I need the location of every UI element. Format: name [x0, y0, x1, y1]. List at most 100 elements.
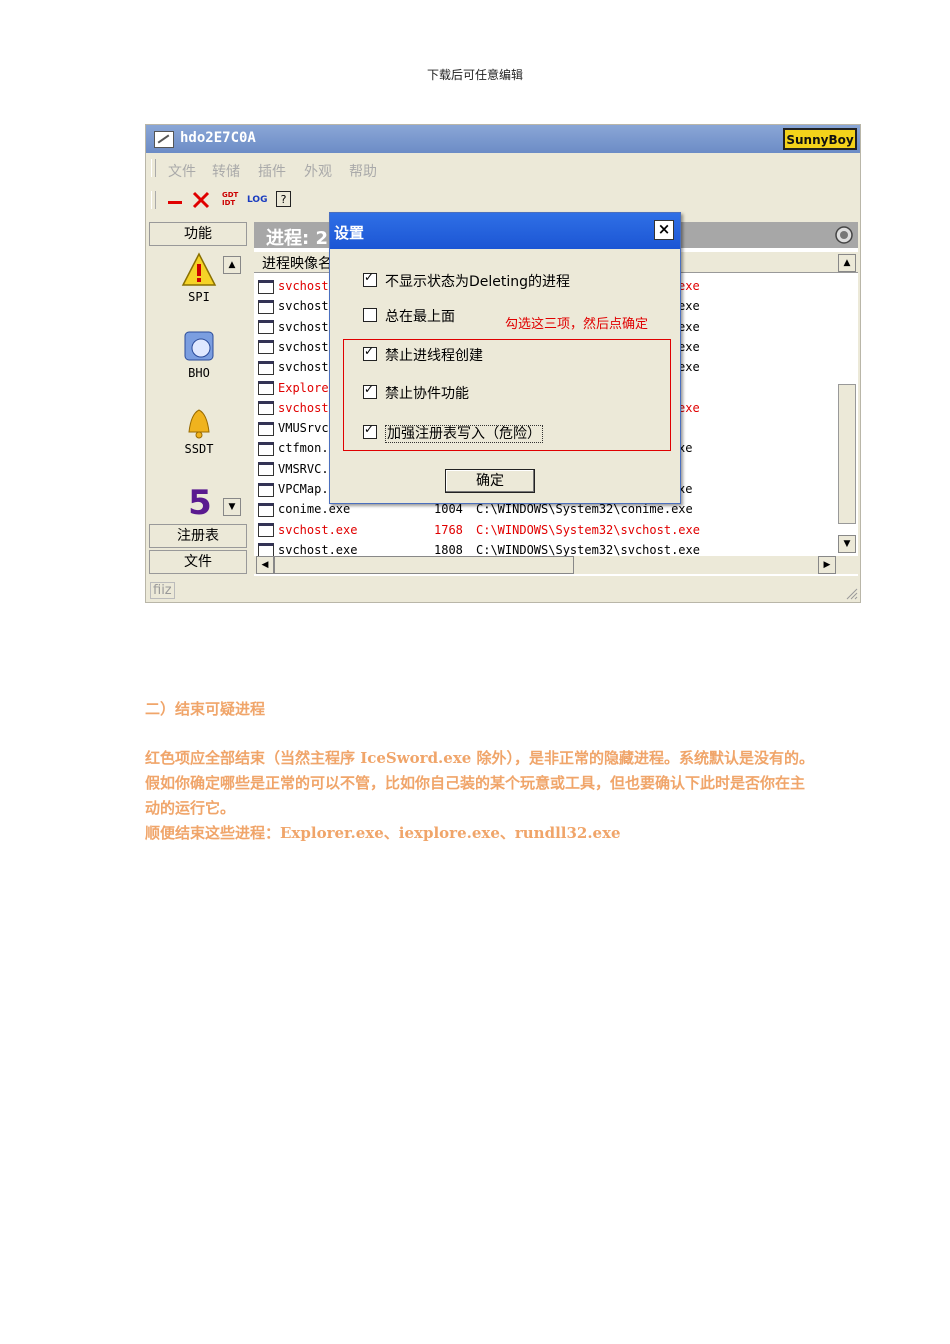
process-name: svchost.exe: [278, 522, 358, 537]
brand-logo: SunnyBoy: [783, 128, 857, 150]
close-icon[interactable]: ×: [654, 220, 674, 240]
menu-grip: [151, 159, 156, 177]
menu-view[interactable]: 外观: [304, 161, 332, 181]
instruction-note: 勾选这三项，然后点确定: [505, 317, 649, 332]
process-icon: [258, 482, 274, 497]
scroll-down-icon[interactable]: ▼: [223, 498, 241, 516]
settings-dialog: 设置 × 不显示状态为Deleting的进程 总在最上面 勾选这三项，然后点确定…: [329, 212, 681, 504]
option-always-on-top[interactable]: 总在最上面: [363, 306, 455, 326]
bho-item[interactable]: BHO: [163, 328, 235, 380]
refresh-icon[interactable]: [834, 225, 854, 245]
process-icon: [258, 421, 274, 436]
function-button[interactable]: 功能: [149, 222, 247, 246]
option-label: 禁止协件功能: [385, 386, 469, 402]
gdt-idt-icon[interactable]: GDT IDT: [222, 191, 238, 209]
checkbox-checked-icon[interactable]: [363, 270, 377, 287]
scroll-left-icon[interactable]: ◀: [256, 556, 274, 574]
dialog-title: 设置: [334, 224, 365, 242]
title-bar: hdo2E7C0A SunnyBoy: [146, 125, 860, 153]
scroll-right-icon[interactable]: ▶: [818, 556, 836, 574]
close-process-icon[interactable]: [192, 191, 210, 209]
process-icon: [258, 441, 274, 456]
list-scroll-down-icon[interactable]: ▼: [838, 535, 856, 553]
process-name: svchost: [278, 319, 329, 334]
menu-plugins[interactable]: 插件: [258, 161, 286, 181]
section-kill-list: 顺便结束这些进程：Explorer.exe、iexplore.exe、rundl…: [145, 824, 621, 842]
process-pid: 1768: [434, 522, 463, 537]
process-name: Explore: [278, 380, 329, 395]
process-name: VPCMap.: [278, 482, 329, 496]
menu-bar: 文件 转储 插件 外观 帮助: [146, 155, 860, 181]
ssdt-label: SSDT: [184, 442, 214, 456]
svg-text:5: 5: [188, 484, 212, 518]
status-bar: fiiz: [146, 580, 860, 602]
process-icon: [258, 299, 274, 314]
section-paragraph: 红色项应全部结束（当然主程序 IceSword.exe 除外），是非正常的隐藏进…: [145, 749, 815, 817]
option-label: 禁止进线程创建: [385, 348, 483, 364]
process-path-tail: exe: [678, 319, 700, 334]
process-name: ctfmon.: [278, 441, 329, 456]
left-panel: 功能 ▲ SPI BHO SSDT 5 ▼ 注册表 文件: [149, 222, 247, 576]
process-icon: [258, 502, 274, 517]
process-icon: [258, 320, 274, 335]
help-icon[interactable]: ?: [276, 191, 291, 207]
menu-dump[interactable]: 转储: [212, 161, 240, 181]
process-name: conime.exe: [278, 502, 351, 517]
image-name-column[interactable]: 进程映像名: [262, 253, 332, 273]
option-block-collab[interactable]: 禁止协件功能: [363, 382, 469, 403]
toolbar: GDT IDT LOG ?: [146, 185, 860, 215]
table-row[interactable]: svchost.exe 1768 C:\WINDOWS\System32\svcho…: [258, 520, 838, 540]
process-path-tail: exe: [678, 339, 700, 354]
process-name: svchost: [278, 360, 329, 375]
horizontal-scrollbar[interactable]: ◀ ▶: [254, 556, 858, 574]
bho-label: BHO: [188, 366, 210, 380]
spi-label: SPI: [188, 290, 210, 304]
dialog-title-bar: 设置 ×: [330, 213, 680, 249]
process-icon: [258, 523, 274, 538]
log-icon[interactable]: LOG: [247, 195, 267, 213]
vertical-scroll-thumb[interactable]: [838, 384, 856, 524]
process-name: VMUSrvc: [278, 421, 329, 436]
option-block-thread-creation[interactable]: 禁止进线程创建: [363, 344, 483, 365]
process-path-tail: exe: [678, 299, 700, 314]
status-text: fiiz: [150, 582, 175, 599]
section-heading: 二）结束可疑进程: [145, 700, 266, 718]
option-harden-registry[interactable]: 加强注册表写入（危险）: [363, 422, 543, 443]
page-header: 下载后可任意编辑: [426, 68, 523, 82]
process-icon: [258, 401, 274, 416]
minus-icon[interactable]: [166, 191, 184, 209]
horizontal-scroll-thumb[interactable]: [274, 556, 574, 574]
list-scroll-up-icon[interactable]: ▲: [838, 254, 856, 272]
app-icon: [154, 131, 174, 148]
process-name: svchost: [278, 400, 329, 415]
process-icon: [258, 279, 274, 294]
ok-button[interactable]: 确定: [445, 469, 535, 493]
process-name: VMSRVC.: [278, 461, 329, 476]
ssdt-item[interactable]: SSDT: [163, 404, 235, 456]
option-label: 不显示状态为Deleting的进程: [385, 274, 571, 290]
checkbox-checked-icon[interactable]: [363, 344, 377, 361]
window-title: hdo2E7C0A: [180, 130, 256, 146]
warning-icon: [181, 252, 217, 286]
process-icon: [258, 340, 274, 355]
option-hide-deleting[interactable]: 不显示状态为Deleting的进程: [363, 270, 571, 291]
checkbox-checked-icon[interactable]: [363, 422, 377, 439]
file-button[interactable]: 文件: [149, 550, 247, 574]
checkbox-checked-icon[interactable]: [363, 382, 377, 399]
process-path: C:\WINDOWS\System32\svchost.exe: [476, 522, 700, 537]
option-label: 加强注册表写入（危险）: [385, 425, 543, 443]
menu-file[interactable]: 文件: [168, 161, 196, 181]
process-icon: [258, 381, 274, 395]
spi-item[interactable]: SPI: [163, 252, 235, 304]
resize-grip-icon[interactable]: [844, 586, 858, 600]
process-path-tail: exe: [678, 360, 700, 375]
option-label: 总在最上面: [385, 309, 455, 325]
menu-help[interactable]: 帮助: [349, 161, 377, 181]
registry-button[interactable]: 注册表: [149, 524, 247, 548]
number-five-icon: 5: [188, 484, 212, 518]
process-name: svchost: [278, 279, 329, 293]
checkbox-unchecked-icon[interactable]: [363, 308, 377, 322]
process-count-label: 进程: 2: [266, 228, 328, 249]
bell-icon: [188, 409, 210, 439]
bho-icon: [184, 331, 214, 361]
